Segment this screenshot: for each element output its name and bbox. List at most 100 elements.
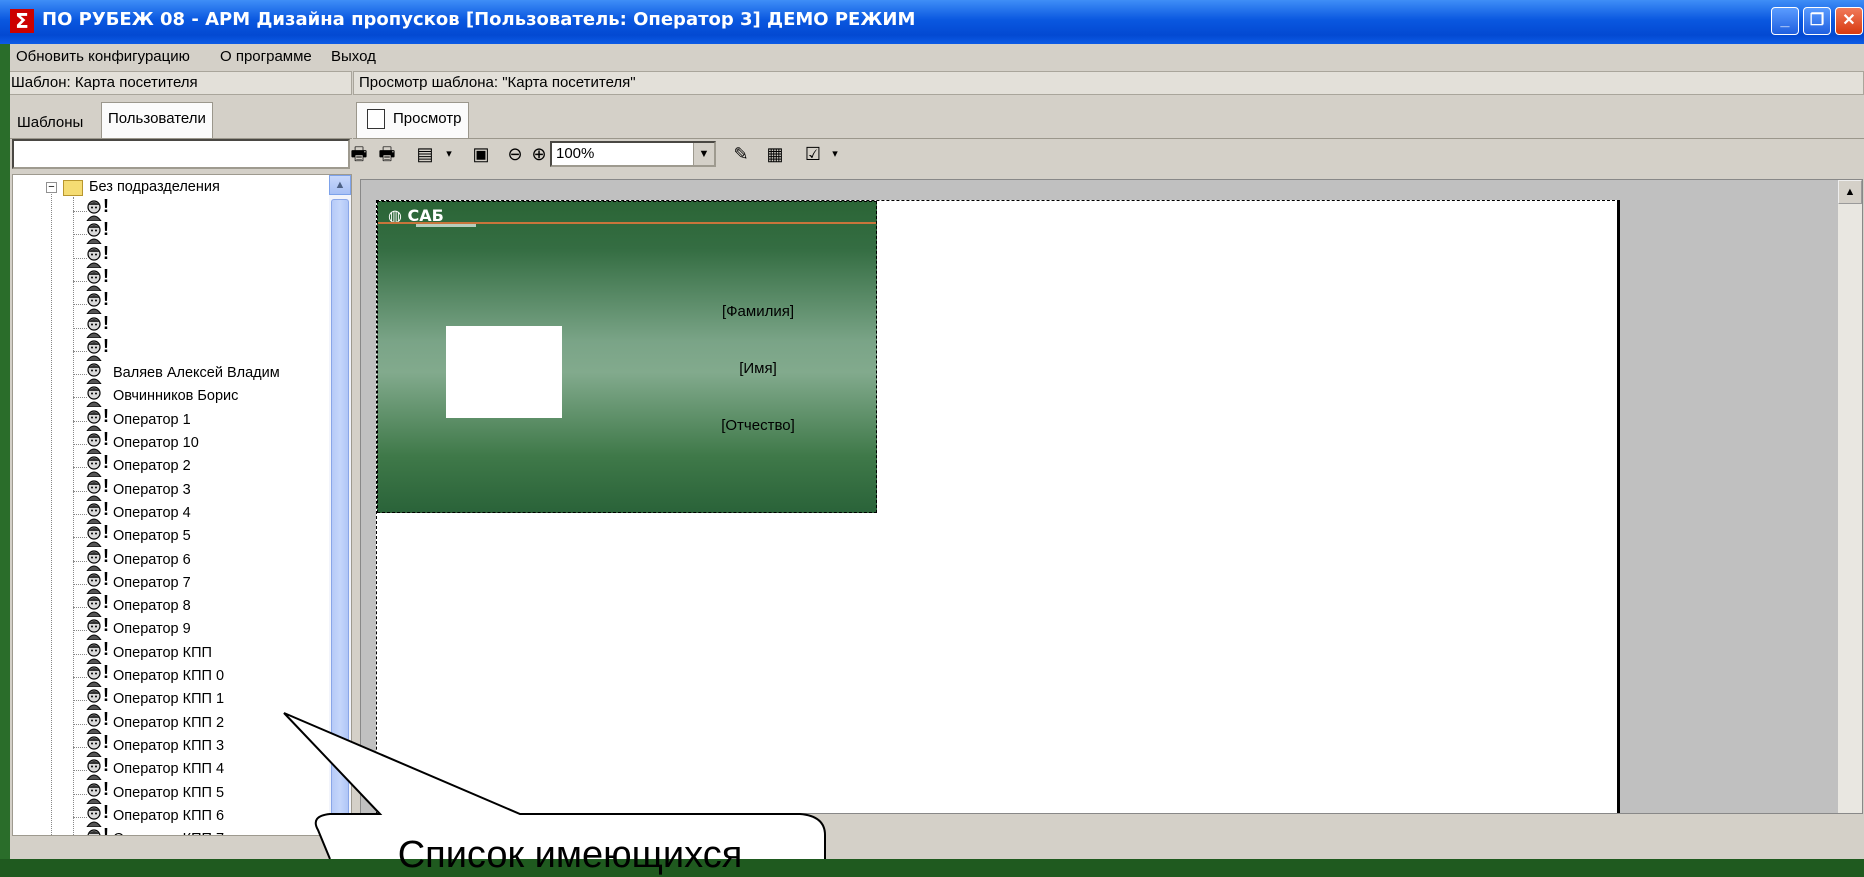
- callout-text: Список имеющихся: [310, 834, 830, 877]
- user-icon: [85, 806, 103, 827]
- tree-user-label: Оператор КПП 5: [113, 785, 224, 801]
- folder-icon: [63, 180, 83, 196]
- alert-icon: !: [103, 313, 109, 334]
- user-icon: [85, 386, 103, 407]
- user-icon: [85, 223, 103, 244]
- scroll-up-icon[interactable]: ▲: [1838, 180, 1862, 204]
- maximize-button[interactable]: ❐: [1803, 7, 1831, 35]
- user-icon: [85, 689, 103, 710]
- tree-user-label: Оператор 8: [113, 598, 191, 614]
- alert-icon: !: [103, 662, 109, 683]
- tree-user-label: Оператор КПП: [113, 645, 212, 661]
- tree-user-label: Оператор КПП 0: [113, 668, 224, 684]
- alert-icon: !: [103, 755, 109, 776]
- preview-area[interactable]: ◍ САБ [Фамилия] [Имя] [Отчество] ▲: [360, 179, 1863, 814]
- menu-item-update-config[interactable]: Обновить конфигурацию: [16, 48, 190, 65]
- alert-icon: !: [103, 546, 109, 567]
- user-icon: [85, 713, 103, 734]
- alert-icon: !: [103, 476, 109, 497]
- zoom-value: 100%: [556, 145, 594, 162]
- menu-item-exit[interactable]: Выход: [331, 48, 376, 65]
- card-logo-subtitle: [416, 224, 476, 227]
- user-icon: [85, 363, 103, 384]
- scroll-thumb[interactable]: [331, 199, 349, 836]
- alert-icon: !: [103, 709, 109, 730]
- preview-page: ◍ САБ [Фамилия] [Имя] [Отчество]: [376, 200, 1620, 814]
- preview-icon: [367, 109, 385, 129]
- app-icon: Σ: [10, 9, 34, 33]
- close-button[interactable]: ✕: [1835, 7, 1863, 35]
- tree-user-label: Оператор 6: [113, 552, 191, 568]
- tab-preview[interactable]: Просмотр: [356, 102, 469, 138]
- title-bar[interactable]: Σ ПО РУБЕЖ 08 - АРМ Дизайна пропусков [П…: [0, 0, 1864, 44]
- zoom-select[interactable]: 100% ▼: [550, 141, 716, 167]
- collapse-icon[interactable]: −: [46, 182, 57, 193]
- chevron-down-icon[interactable]: ▼: [693, 143, 714, 165]
- window-title: ПО РУБЕЖ 08 - АРМ Дизайна пропусков [Пол…: [42, 9, 915, 30]
- alert-icon: !: [103, 522, 109, 543]
- tab-templates[interactable]: Шаблоны: [10, 106, 90, 138]
- alert-icon: !: [103, 615, 109, 636]
- alert-icon: !: [103, 592, 109, 613]
- alert-icon: !: [103, 219, 109, 240]
- user-icon: [85, 573, 103, 594]
- user-icon: [85, 666, 103, 687]
- card-field-name: [Имя]: [638, 360, 878, 377]
- template-info: Шаблон: Карта посетителя: [10, 71, 352, 95]
- page-setup-icon[interactable]: ▤: [412, 140, 438, 168]
- tree-user-label: Оператор 1: [113, 412, 191, 428]
- card-field-patronymic: [Отчество]: [638, 417, 878, 434]
- user-icon: [85, 619, 103, 640]
- tree-line: [51, 187, 52, 836]
- alert-icon: !: [103, 266, 109, 287]
- export-icon[interactable]: ▦: [762, 140, 788, 168]
- user-tree[interactable]: − Без подразделения !!!!!!!Валяев Алексе…: [12, 174, 352, 836]
- tab-preview-label: Просмотр: [393, 110, 462, 127]
- preview-info: Просмотр шаблона: "Карта посетителя": [353, 71, 1864, 95]
- card-field-surname: [Фамилия]: [638, 303, 878, 320]
- select-dropdown-icon[interactable]: ▾: [822, 140, 848, 168]
- menu-item-about[interactable]: О программе: [220, 48, 312, 65]
- scroll-up-icon[interactable]: ▲: [329, 175, 351, 195]
- user-icon: [85, 503, 103, 524]
- tree-user-label: Овчинников Борис: [113, 388, 238, 404]
- user-icon: [85, 293, 103, 314]
- tree-user-label: Оператор 2: [113, 458, 191, 474]
- tab-users[interactable]: Пользователи: [101, 102, 213, 138]
- alert-icon: !: [103, 452, 109, 473]
- tree-subline: [73, 197, 74, 836]
- user-icon: [85, 550, 103, 571]
- zoom-out-icon[interactable]: ⊖: [502, 140, 528, 168]
- design-icon[interactable]: ✎: [728, 140, 754, 168]
- page-setup-dropdown-icon[interactable]: ▾: [436, 140, 462, 168]
- alert-icon: !: [103, 429, 109, 450]
- tree-user-label: Оператор 9: [113, 621, 191, 637]
- preview-toolbar: 🖶 🖶 ▤ ▾ ▣ ⊖ ⊕ 100% ▼ ✎ ▦ ☑ ▾: [360, 136, 1864, 174]
- tree-user-label: Оператор КПП 3: [113, 738, 224, 754]
- user-icon: [85, 480, 103, 501]
- preview-scrollbar[interactable]: ▲: [1838, 180, 1862, 813]
- alert-icon: !: [103, 243, 109, 264]
- user-icon: [85, 643, 103, 664]
- alert-icon: !: [103, 732, 109, 753]
- user-icon: [85, 247, 103, 268]
- minimize-button[interactable]: _: [1771, 7, 1799, 35]
- save-icon[interactable]: ▣: [468, 140, 494, 168]
- print-icon[interactable]: 🖶: [346, 140, 372, 168]
- user-icon: [85, 340, 103, 361]
- search-input[interactable]: [12, 139, 350, 169]
- user-icon: [85, 526, 103, 547]
- folder-label: Без подразделения: [89, 179, 220, 195]
- user-icon: [85, 596, 103, 617]
- tree-user-label: Оператор КПП 1: [113, 691, 224, 707]
- tree-scrollbar[interactable]: ▲: [329, 175, 351, 835]
- user-icon: [85, 317, 103, 338]
- alert-icon: !: [103, 406, 109, 427]
- tree-user-label: Оператор 7: [113, 575, 191, 591]
- tree-user-label: Оператор 4: [113, 505, 191, 521]
- tree-user-label: Оператор КПП 6: [113, 808, 224, 824]
- print-setup-icon[interactable]: 🖶: [374, 140, 400, 168]
- tree-user-label: Оператор КПП 7: [113, 831, 224, 836]
- zoom-in-icon[interactable]: ⊕: [526, 140, 552, 168]
- user-icon: [85, 829, 103, 836]
